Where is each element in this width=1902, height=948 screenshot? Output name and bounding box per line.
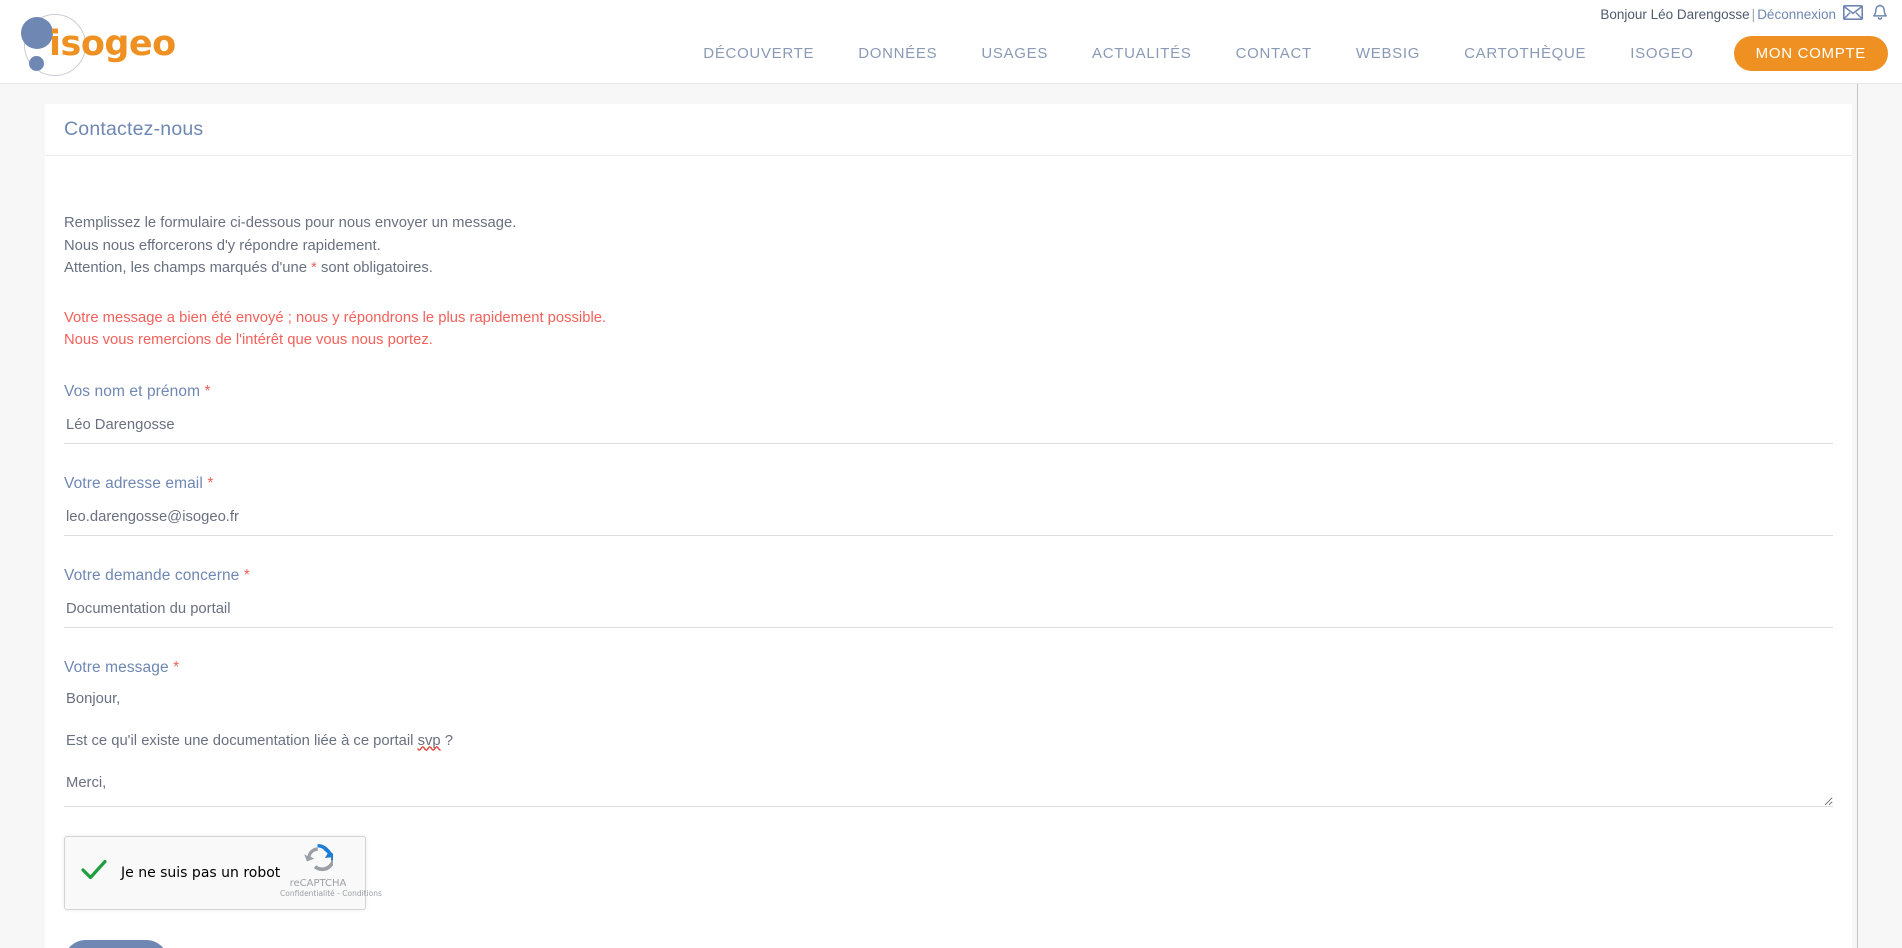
message-line-3: Merci,: [66, 774, 107, 791]
site-header: isogeo Bonjour Léo Darengosse | Déconnexio…: [0, 0, 1902, 84]
success-message: Votre message a bien été envoyé ; nous y…: [64, 307, 1833, 352]
card-body: Remplissez le formulaire ci-dessous pour…: [45, 156, 1852, 948]
nav-item-websig[interactable]: WEBSIG: [1334, 45, 1442, 62]
message-line-2: Est ce qu'il existe une documentation li…: [66, 731, 1833, 752]
recaptcha-brand-name: reCAPTCHA: [289, 877, 347, 889]
recaptcha-logo-icon: [303, 843, 335, 876]
field-name: Vos nom et prénom *: [64, 383, 1833, 444]
field-message-label: Votre message *: [64, 659, 1833, 677]
logout-link[interactable]: Déconnexion: [1757, 7, 1836, 22]
bell-icon[interactable]: [1872, 4, 1888, 21]
recaptcha-branding: reCAPTCHA Confidentialité - Conditions: [280, 843, 382, 898]
message-textarea[interactable]: Bonjour, Est ce qu'il existe une documen…: [64, 687, 1833, 807]
required-star: *: [204, 382, 211, 400]
message-line-2-after: ?: [440, 732, 453, 749]
required-star: *: [173, 658, 180, 676]
field-message-label-text: Votre message: [64, 658, 169, 676]
message-blank-1: [66, 710, 1833, 731]
page-body: Contactez-nous Remplissez le formulaire …: [0, 84, 1902, 948]
intro-line-3: Attention, les champs marqués d'une * so…: [64, 257, 1833, 280]
nav-item-donnees[interactable]: DONNÉES: [836, 45, 959, 62]
success-message-line-1: Votre message a bien été envoyé ; nous y…: [64, 309, 607, 326]
logo-wordmark: isogeo: [49, 24, 176, 64]
main-navigation: DÉCOUVERTE DONNÉES USAGES ACTUALITÉS CON…: [681, 36, 1888, 71]
field-email-label-text: Votre adresse email: [64, 474, 203, 492]
recaptcha-legal-links[interactable]: Confidentialité - Conditions: [280, 889, 382, 898]
contact-card: Contactez-nous Remplissez le formulaire …: [45, 104, 1852, 948]
submit-button[interactable]: Valider: [64, 939, 168, 948]
field-email-label: Votre adresse email *: [64, 475, 1833, 493]
vertical-scrollbar[interactable]: [1857, 84, 1858, 948]
field-subject: Votre demande concerne *: [64, 567, 1833, 628]
greeting-text: Bonjour Léo Darengosse: [1600, 7, 1750, 22]
nav-item-decouverte[interactable]: DÉCOUVERTE: [681, 45, 836, 62]
recaptcha-label: Je ne suis pas un robot: [121, 864, 281, 881]
nav-item-actualites[interactable]: ACTUALITÉS: [1070, 45, 1214, 62]
user-greeting: Bonjour Léo Darengosse | Déconnexion: [1600, 7, 1836, 22]
nav-item-isogeo[interactable]: ISOGEO: [1608, 45, 1715, 62]
subject-input[interactable]: [64, 600, 1833, 628]
field-name-label-text: Vos nom et prénom: [64, 382, 201, 400]
site-logo[interactable]: isogeo: [18, 8, 176, 80]
email-input[interactable]: [64, 508, 1833, 536]
required-star: *: [243, 566, 250, 584]
field-name-label: Vos nom et prénom *: [64, 383, 1833, 401]
intro-line-3-after: sont obligatoires.: [316, 260, 433, 276]
message-blank-2: [66, 752, 1833, 773]
success-message-line-2: Nous vous remercions de l'intérêt que vo…: [64, 332, 433, 348]
message-line-1: Bonjour,: [66, 690, 121, 707]
field-subject-label-text: Votre demande concerne: [64, 566, 240, 584]
nav-item-usages[interactable]: USAGES: [959, 45, 1070, 62]
logo-dot-small-icon: [29, 56, 44, 71]
recaptcha-checkmark-icon[interactable]: [81, 859, 109, 886]
field-subject-label: Votre demande concerne *: [64, 567, 1833, 585]
field-message: Votre message * Bonjour, Est ce qu'il ex…: [64, 659, 1833, 807]
page-title: Contactez-nous: [64, 118, 204, 140]
intro-line-1: Remplissez le formulaire ci-dessous pour…: [64, 215, 517, 231]
header-icon-group: [1843, 4, 1888, 21]
message-line-2-before: Est ce qu'il existe une documentation li…: [66, 732, 418, 749]
required-star: *: [207, 474, 214, 492]
name-input[interactable]: [64, 416, 1833, 444]
intro-line-2: Nous nous efforcerons d'y répondre rapid…: [64, 237, 381, 254]
field-email: Votre adresse email *: [64, 475, 1833, 536]
intro-line-3-before: Attention, les champs marqués d'une: [64, 260, 312, 276]
mon-compte-button[interactable]: MON COMPTE: [1733, 36, 1888, 71]
greeting-separator: |: [1751, 7, 1756, 22]
message-misspelled-word: svp: [417, 732, 441, 749]
card-header: Contactez-nous: [45, 104, 1852, 156]
intro-text: Remplissez le formulaire ci-dessous pour…: [64, 212, 1833, 280]
recaptcha-widget[interactable]: Je ne suis pas un robot reCAPTCHA Confid…: [64, 835, 382, 910]
nav-item-contact[interactable]: CONTACT: [1214, 45, 1334, 62]
nav-item-cartotheque[interactable]: CARTOTHÈQUE: [1442, 45, 1608, 62]
mail-icon[interactable]: [1843, 5, 1863, 20]
